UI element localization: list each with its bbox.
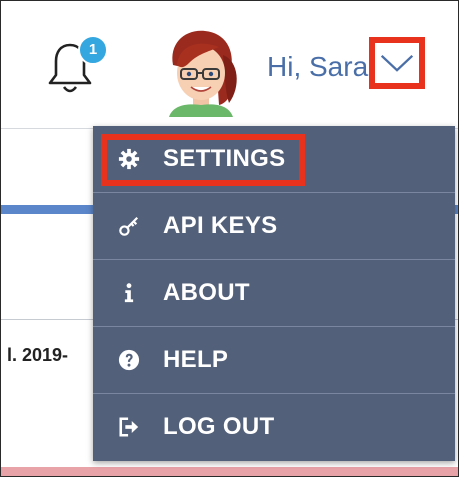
menu-item-settings[interactable]: SETTINGS (93, 126, 455, 192)
logout-icon (117, 415, 141, 439)
background-date-text: l. 2019- (7, 345, 69, 365)
user-dropdown-menu: SETTINGS API KEYS ABOUT HELP LOG OUT (93, 126, 455, 461)
user-menu-toggle-button[interactable] (369, 37, 425, 89)
menu-item-log-out[interactable]: LOG OUT (93, 393, 455, 459)
background-status-bar (1, 467, 458, 476)
menu-item-about[interactable]: ABOUT (93, 259, 455, 325)
menu-item-help[interactable]: HELP (93, 326, 455, 392)
menu-item-label: ABOUT (163, 278, 250, 306)
gear-icon (117, 147, 141, 171)
app-frame: l. 2019- 1 Hi, Sara SETTINGS API KEYS AB… (0, 0, 459, 477)
menu-item-label: SETTINGS (163, 145, 286, 172)
menu-item-label: LOG OUT (163, 412, 275, 440)
chevron-down-icon (380, 54, 414, 72)
menu-item-label: HELP (163, 345, 229, 373)
notification-count-badge: 1 (78, 35, 108, 65)
user-greeting[interactable]: Hi, Sara (267, 51, 368, 83)
menu-item-api-keys[interactable]: API KEYS (93, 192, 455, 258)
key-icon (117, 214, 141, 238)
user-avatar[interactable] (159, 25, 243, 117)
info-icon (117, 281, 141, 305)
help-circle-icon (117, 348, 141, 372)
menu-item-label: API KEYS (163, 211, 278, 239)
top-header: 1 Hi, Sara (1, 1, 458, 129)
